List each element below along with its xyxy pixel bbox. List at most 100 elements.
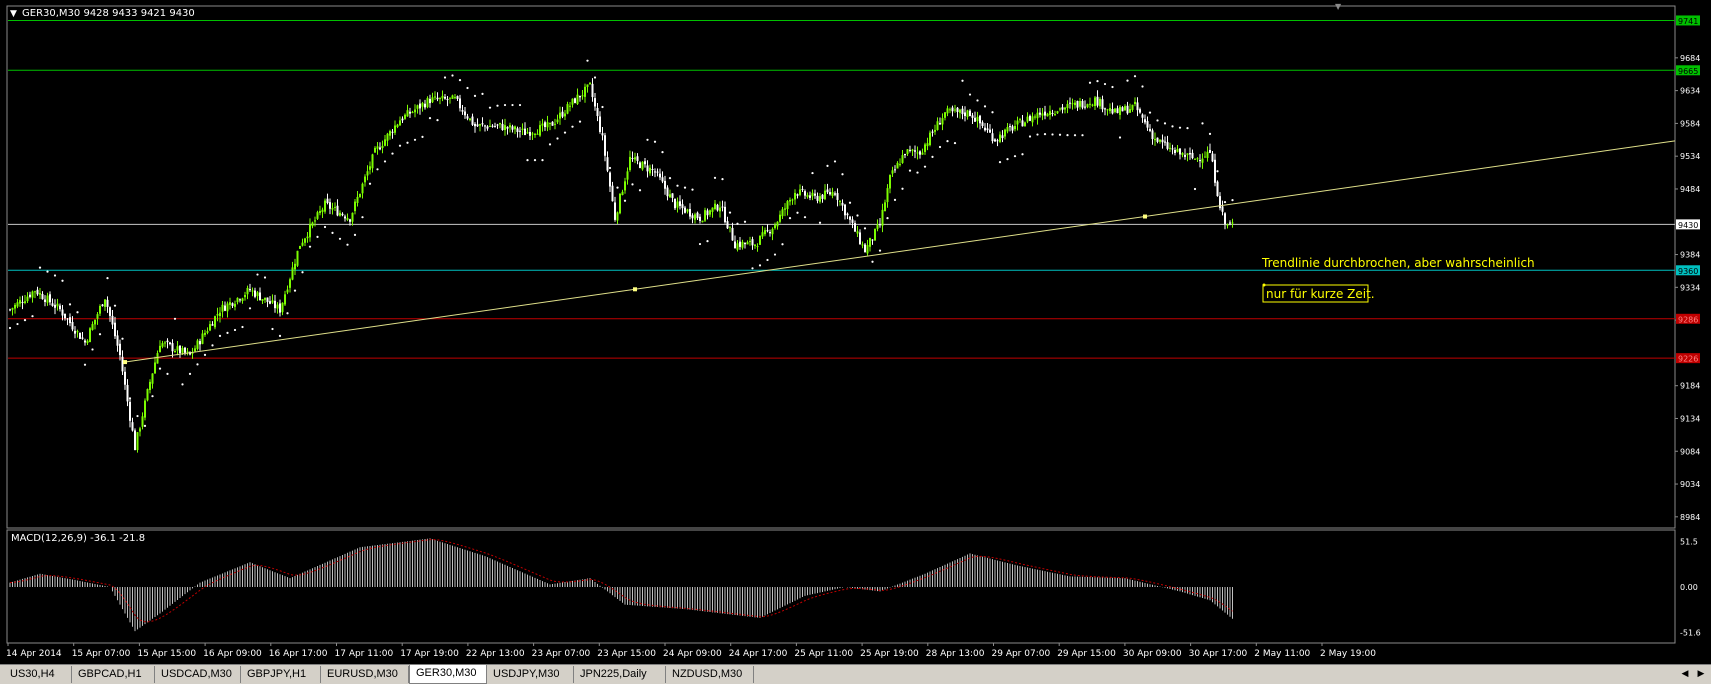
candle-body	[1121, 107, 1124, 112]
time-tick-label: 25 Apr 11:00	[794, 649, 853, 659]
tab-usdjpy-m30[interactable]: USDJPY,M30	[487, 666, 574, 683]
sar-dot	[1051, 133, 1054, 136]
candle-body	[979, 115, 981, 124]
tab-nzdusd-m30[interactable]: NZDUSD,M30	[666, 666, 754, 683]
candle-body	[776, 221, 779, 227]
candle-body	[1031, 116, 1034, 123]
candle-body	[936, 121, 939, 131]
candle-body	[406, 110, 409, 117]
candle-body	[259, 292, 261, 301]
candle-body	[126, 384, 129, 402]
sar-dot	[526, 159, 529, 162]
trendline-line[interactable]	[124, 140, 1676, 363]
trendline[interactable]	[123, 140, 1676, 365]
candle-body	[1024, 122, 1026, 127]
candle-body	[581, 95, 584, 97]
sar-dot	[1021, 153, 1024, 156]
candle-body	[739, 241, 741, 247]
candle-body	[386, 133, 389, 141]
sar-dot	[593, 76, 597, 79]
dropdown-arrow-icon[interactable]: ▼	[10, 9, 17, 19]
candle-body	[824, 190, 826, 200]
candle-body	[1084, 106, 1086, 108]
candle-body	[216, 314, 219, 316]
candle-body	[119, 343, 121, 356]
candle-body	[69, 317, 71, 324]
tab-gbpcad-h1[interactable]: GBPCAD,H1	[72, 666, 155, 683]
macd-tick-label: -51.6	[1680, 629, 1701, 638]
tab-scroll-left-icon[interactable]: ◀	[1678, 667, 1692, 681]
candle-body	[1209, 149, 1211, 153]
trendline-anchor[interactable]	[633, 287, 637, 292]
sar-dot	[46, 270, 49, 273]
sar-dot	[83, 363, 87, 366]
candle-body	[141, 416, 144, 427]
candle-body	[71, 321, 74, 330]
candle-body	[1211, 153, 1214, 162]
sar-dot	[811, 171, 814, 175]
candle-body	[1196, 158, 1199, 160]
candle-body	[909, 149, 911, 151]
candle-body	[851, 219, 854, 223]
candle-body	[854, 223, 856, 232]
time-tick-label: 28 Apr 13:00	[926, 649, 985, 659]
candle-body	[239, 299, 241, 301]
candle-body	[914, 150, 916, 152]
price-tick-label: 9684	[1680, 54, 1700, 63]
tab-eurusd-m30[interactable]: EURUSD,M30	[321, 666, 409, 683]
candle-body	[481, 123, 484, 125]
trendline-anchor[interactable]	[123, 360, 127, 365]
sar-dot	[908, 169, 912, 172]
sar-dot	[698, 242, 702, 246]
chart-shift-marker-icon[interactable]: ▼	[1335, 2, 1342, 11]
sar-dot	[248, 307, 252, 310]
candle-body	[946, 108, 949, 114]
candle-body	[959, 109, 961, 113]
candle-body	[1134, 101, 1136, 104]
sar-dot	[871, 260, 874, 263]
candle-body	[806, 194, 809, 198]
tab-jpn225-daily[interactable]: JPN225,Daily	[574, 666, 666, 683]
candle-body	[919, 151, 921, 155]
candle-body	[289, 279, 291, 288]
sar-dot	[1133, 75, 1137, 78]
chart-window[interactable]: ▼ GER30,M30 9428 9433 9421 9430 ▼ MACD(1…	[0, 0, 1711, 664]
candle-body	[859, 232, 861, 245]
candle-body	[1226, 224, 1229, 226]
candle-body	[1086, 104, 1089, 108]
sar-dot	[1186, 127, 1189, 130]
candle-body	[904, 154, 906, 156]
candle-body	[561, 111, 564, 117]
candle-body	[104, 299, 106, 307]
candle-body	[681, 204, 684, 209]
tab-gbpjpy-h1[interactable]: GBPJPY,H1	[241, 666, 321, 683]
price-chart[interactable]: ▼ GER30,M30 9428 9433 9421 9430 ▼ MACD(1…	[0, 0, 1711, 664]
candle-body	[521, 128, 524, 130]
candle-body	[771, 229, 774, 235]
sar-dot	[31, 315, 34, 318]
candle-body	[821, 194, 824, 199]
tab-us30-h4[interactable]: US30,H4	[4, 666, 72, 683]
annotation-line-1[interactable]: Trendlinie durchbrochen, aber wahrschein…	[1261, 256, 1535, 270]
candle-body	[394, 125, 396, 133]
price-tick-label: 9584	[1680, 119, 1700, 128]
tab-scroll-right-icon[interactable]: ▶	[1694, 667, 1708, 681]
annotation-line-2[interactable]: nur für kurze Zeit.	[1266, 287, 1375, 301]
sar-dot	[211, 344, 214, 347]
time-tick-label: 17 Apr 19:00	[400, 649, 459, 659]
level-tag-9360: 9360	[1678, 267, 1698, 276]
level-tag-9741: 9741	[1678, 17, 1698, 26]
sar-dot	[616, 186, 619, 189]
candle-body	[181, 348, 184, 353]
sar-dot	[998, 160, 1002, 164]
candle-body	[536, 133, 539, 135]
sar-dot	[1201, 122, 1204, 125]
candle-body	[699, 216, 701, 222]
tab-ger30-m30[interactable]: GER30,M30	[409, 665, 487, 684]
tab-usdcad-m30[interactable]: USDCAD,M30	[155, 666, 241, 683]
sar-dot	[893, 198, 897, 202]
candle-body	[889, 175, 891, 189]
sar-dot	[1103, 82, 1107, 86]
candle-body	[211, 324, 214, 326]
trendline-anchor[interactable]	[1143, 214, 1147, 219]
